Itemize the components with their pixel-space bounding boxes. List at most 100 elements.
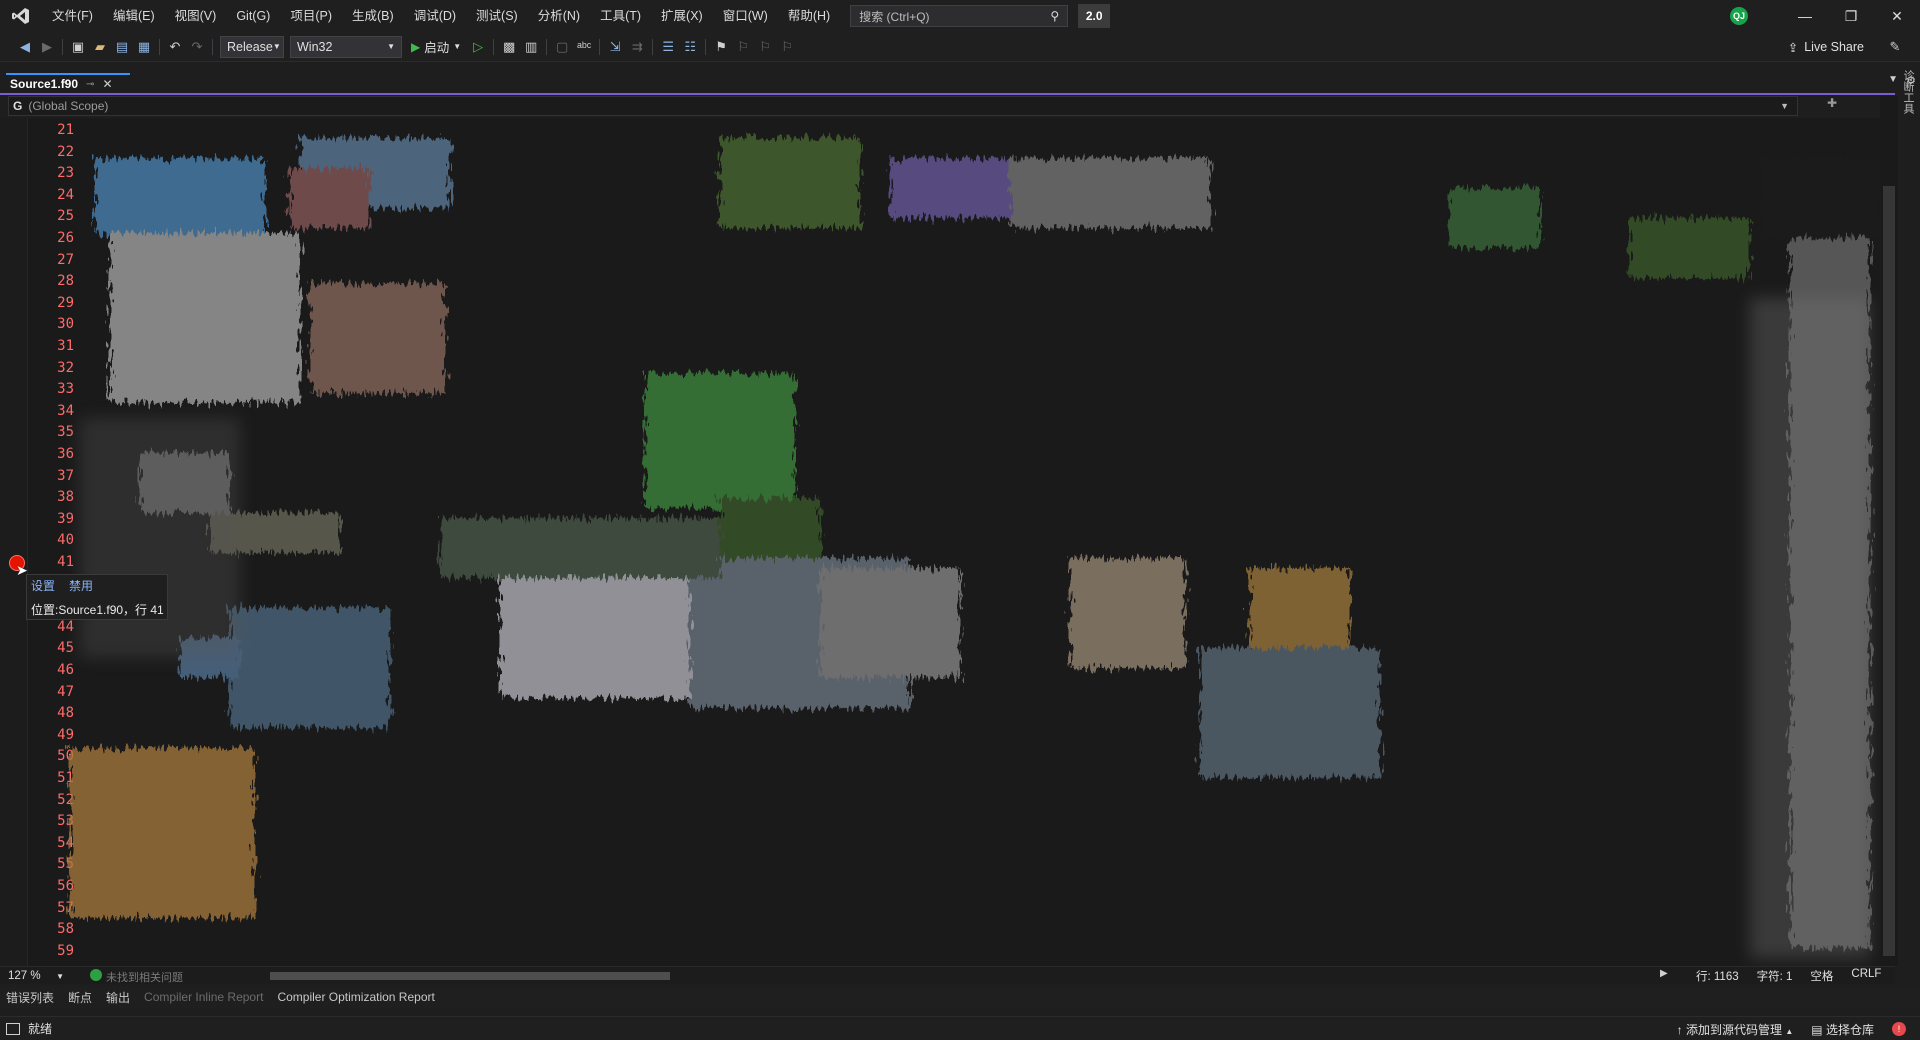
paint-stroke <box>1250 568 1350 648</box>
solution-platform-select[interactable]: Win32 ▼ <box>290 35 402 58</box>
menu-file[interactable]: 文件(F) <box>42 0 103 32</box>
scrollbar-thumb[interactable] <box>1883 186 1895 956</box>
tool-window-tabs: 错误列表 断点 输出 Compiler Inline Report Compil… <box>0 986 1920 1008</box>
start-without-debugging-icon[interactable]: ▷ <box>467 36 489 58</box>
horizontal-scrollbar-thumb[interactable] <box>270 972 670 980</box>
platform-value: Win32 <box>297 39 333 54</box>
menu-debug[interactable]: 调试(D) <box>404 0 466 32</box>
line-number: 23 <box>57 165 74 182</box>
line-number: 38 <box>57 489 74 506</box>
previous-bookmark-icon[interactable]: ⚐ <box>732 36 754 58</box>
issues-status[interactable]: 未找到相关问题 <box>106 969 183 985</box>
close-icon[interactable]: ✕ <box>1874 0 1920 32</box>
tab-breakpoints[interactable]: 断点 <box>68 989 92 1006</box>
diagnostic-tools-side-tab[interactable]: 诊断工具 <box>1896 62 1920 122</box>
menu-project[interactable]: 项目(P) <box>280 0 342 32</box>
minimize-icon[interactable]: — <box>1782 0 1828 32</box>
line-number: 46 <box>57 662 74 678</box>
menu-help[interactable]: 帮助(H) <box>778 0 840 32</box>
line-number: 37 <box>57 467 74 484</box>
visual-studio-logo-icon[interactable] <box>0 0 42 32</box>
menu-test[interactable]: 测试(S) <box>466 0 528 32</box>
eol-indicator[interactable]: CRLF <box>1851 968 1881 984</box>
notification-bell-icon[interactable]: ! <box>1892 1022 1906 1036</box>
line-indicator[interactable]: 行: 1163 <box>1696 968 1739 984</box>
window-layout-icon[interactable]: ▥ <box>520 36 542 58</box>
split-editor-icon[interactable]: ✚ <box>1827 96 1837 110</box>
version-badge[interactable]: 2.0 <box>1078 4 1111 28</box>
menu-analyze[interactable]: 分析(N) <box>528 0 590 32</box>
tab-source1-f90[interactable]: Source1.f90 ⊸ ✕ <box>6 73 130 93</box>
next-bookmark-icon[interactable]: ⚐ <box>754 36 776 58</box>
menu-view[interactable]: 视图(V) <box>165 0 227 32</box>
tab-compiler-inline-report[interactable]: Compiler Inline Report <box>144 990 263 1004</box>
no-issues-icon[interactable] <box>90 969 102 981</box>
line-number: 50 <box>57 748 74 765</box>
new-project-icon[interactable]: ▣ <box>67 36 89 58</box>
paint-stroke <box>1070 558 1185 668</box>
breakpoint-disable-link[interactable]: 禁用 <box>69 577 93 594</box>
scroll-right-icon[interactable]: ▶ <box>1660 968 1668 979</box>
tab-compiler-optimization-report[interactable]: Compiler Optimization Report <box>277 990 434 1004</box>
paint-stroke <box>440 518 720 578</box>
start-debugging-button[interactable]: ▶ 启动 ▼ <box>405 36 467 58</box>
clear-bookmarks-icon[interactable]: ⚐ <box>776 36 798 58</box>
bookmark-icon[interactable]: ⚑ <box>710 36 732 58</box>
line-number: 55 <box>57 856 74 873</box>
live-share-button[interactable]: ⇪ Live Share <box>1788 36 1864 58</box>
navigate-forward-icon[interactable]: ▶ <box>36 36 58 58</box>
pin-icon[interactable]: ⊸ <box>86 79 94 90</box>
indent-indicator[interactable]: 空格 <box>1810 968 1833 984</box>
menu-build[interactable]: 生成(B) <box>342 0 404 32</box>
comment-lines-icon[interactable]: ☰ <box>657 36 679 58</box>
close-tab-icon[interactable]: ✕ <box>102 77 112 91</box>
tab-error-list[interactable]: 错误列表 <box>6 989 54 1006</box>
add-to-source-control-button[interactable]: ↑ 添加到源代码管理 ▲ <box>1677 1021 1794 1038</box>
search-input[interactable]: 搜索 (Ctrl+Q) ⚲ <box>850 5 1069 27</box>
tab-output[interactable]: 输出 <box>106 989 130 1006</box>
redo-icon[interactable]: ↷ <box>186 36 208 58</box>
step-icon[interactable]: ⇲ <box>604 36 626 58</box>
toolbar-separator <box>705 38 707 55</box>
restore-icon[interactable]: ❐ <box>1828 0 1874 32</box>
save-all-icon[interactable]: ▦ <box>133 36 155 58</box>
paint-stroke <box>820 568 960 678</box>
menu-extensions[interactable]: 扩展(X) <box>651 0 713 32</box>
user-avatar[interactable]: QJ <box>1730 7 1748 25</box>
uncomment-lines-icon[interactable]: ☷ <box>679 36 701 58</box>
toolbar-separator <box>493 38 495 55</box>
paint-stroke <box>210 513 340 553</box>
chevron-down-icon[interactable]: ▼ <box>1780 101 1789 111</box>
line-number: 35 <box>57 424 74 441</box>
breakpoint-settings-link[interactable]: 设置 <box>31 577 55 594</box>
save-icon[interactable]: ▤ <box>111 36 133 58</box>
char-indicator[interactable]: 字符: 1 <box>1757 968 1793 984</box>
painted-background-overlay <box>70 138 1880 958</box>
glyph-margin[interactable] <box>0 118 28 966</box>
undo-icon[interactable]: ↶ <box>164 36 186 58</box>
open-file-icon[interactable]: ▰ <box>89 36 111 58</box>
solution-configuration-select[interactable]: Release ▼ <box>220 35 284 58</box>
menu-window[interactable]: 窗口(W) <box>713 0 778 32</box>
paint-stroke <box>690 558 910 708</box>
menu-tools[interactable]: 工具(T) <box>590 0 651 32</box>
browse-icon[interactable]: ▩ <box>498 36 520 58</box>
select-repository-button[interactable]: ▤ 选择仓库 <box>1811 1021 1874 1038</box>
vertical-scrollbar[interactable] <box>1880 96 1898 966</box>
menu-git[interactable]: Git(G) <box>226 0 280 32</box>
zoom-select[interactable]: 127 % ▼ <box>4 968 68 984</box>
line-number: 36 <box>57 446 74 462</box>
navigate-back-icon[interactable]: ◀ <box>14 36 36 58</box>
bookmark-group-icon[interactable]: ▢ <box>551 36 573 58</box>
paint-stroke <box>110 233 300 403</box>
code-editor[interactable]: 21 22 23 24 25 26 27 28 29 30 31 32 33 34 35 36 37 38 39 40… <box>0 118 1880 966</box>
step-over-icon[interactable]: ⇉ <box>626 36 648 58</box>
navigation-bar[interactable]: G (Global Scope) ▼ <box>8 96 1798 116</box>
scope-selector[interactable]: (Global Scope) <box>28 99 108 113</box>
spell-check-icon[interactable]: ᵃᵇᶜ <box>573 36 595 58</box>
document-tab-strip: Source1.f90 ⊸ ✕ <box>0 73 1895 95</box>
menu-edit[interactable]: 编辑(E) <box>103 0 165 32</box>
live-share-label: Live Share <box>1804 40 1864 54</box>
start-label: 启动 <box>424 41 450 55</box>
feedback-icon[interactable]: ✎ <box>1884 36 1906 58</box>
